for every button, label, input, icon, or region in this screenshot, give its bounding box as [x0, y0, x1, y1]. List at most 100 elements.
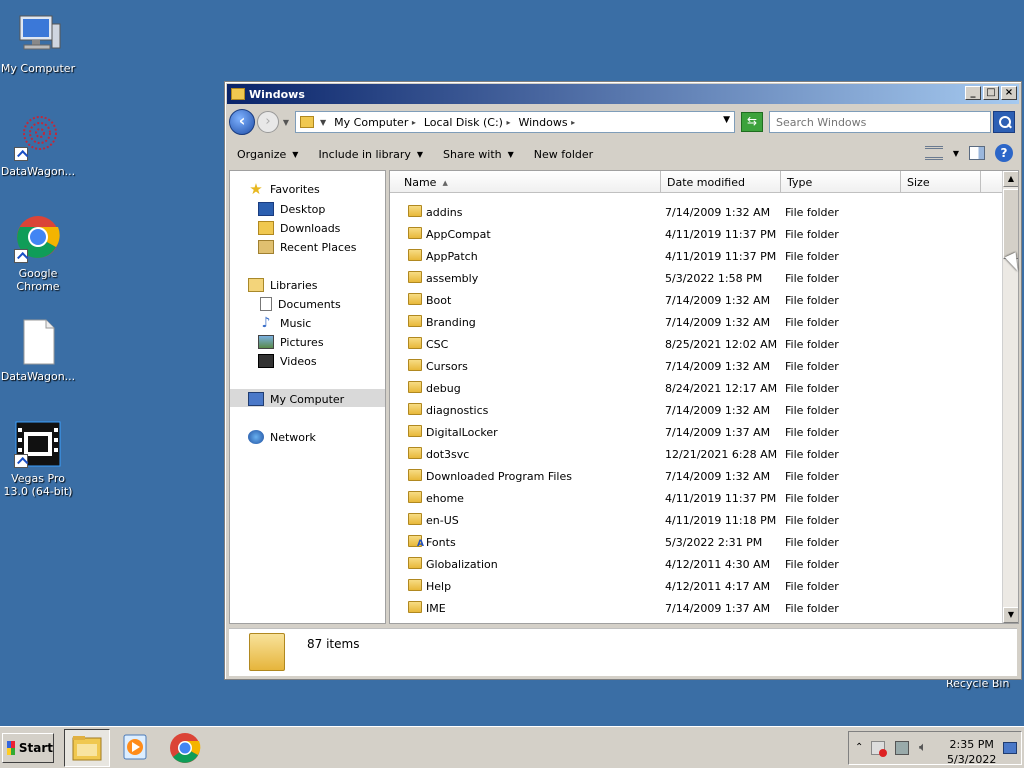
chevron-down-icon[interactable]: ▸ [571, 118, 575, 127]
scroll-up-button[interactable]: ▲ [1003, 171, 1018, 187]
search-icon[interactable] [993, 111, 1015, 133]
clock[interactable]: 2:35 PM 5/3/2022 [947, 737, 996, 767]
nav-music[interactable]: ♪ Music [258, 316, 312, 330]
start-button[interactable]: Start [2, 733, 54, 763]
desktop-icon-datawagon-2[interactable]: DataWagon... [0, 318, 76, 383]
table-row[interactable]: Help 4/12/2011 4:17 AM File folder [390, 575, 1006, 597]
cell-type: File folder [785, 404, 839, 417]
recent-places-icon [258, 240, 274, 254]
breadcrumb-local-disk[interactable]: Local Disk (C:) ▸ [424, 116, 515, 129]
table-row[interactable]: addins 7/14/2009 1:32 AM File folder [390, 201, 1006, 223]
refresh-button[interactable]: ⇆ [741, 112, 763, 132]
maximize-button[interactable]: □ [983, 86, 999, 100]
table-row[interactable]: Globalization 4/12/2011 4:30 AM File folde… [390, 553, 1006, 575]
table-row[interactable]: dot3svc 12/21/2021 6:28 AM File folder [390, 443, 1006, 465]
close-button[interactable]: × [1001, 86, 1017, 100]
taskbar: Start ⌃ 🔈︎ 2:35 PM 5/3/2022 [0, 726, 1024, 768]
table-row[interactable]: CSC 8/25/2021 12:02 AM File folder [390, 333, 1006, 355]
breadcrumb-my-computer[interactable]: My Computer ▸ [334, 116, 420, 129]
table-row[interactable]: AppCompat 4/11/2019 11:37 PM File folder [390, 223, 1006, 245]
nav-libraries[interactable]: Libraries [248, 278, 318, 292]
table-row[interactable]: Cursors 7/14/2009 1:32 AM File folder [390, 355, 1006, 377]
desktop-icon-vegas-pro[interactable]: Vegas Pro 13.0 (64-bit) [0, 420, 76, 498]
shortcut-arrow-icon [14, 454, 28, 468]
cell-date: 7/14/2009 1:37 AM [665, 602, 771, 615]
cell-name: addins [426, 206, 463, 219]
minimize-button[interactable]: _ [965, 86, 981, 100]
folder-icon [408, 447, 422, 459]
table-row[interactable]: ehome 4/11/2019 11:37 PM File folder [390, 487, 1006, 509]
help-icon[interactable]: ? [995, 144, 1013, 162]
nav-documents[interactable]: Documents [260, 297, 341, 311]
preview-pane-icon[interactable] [969, 146, 985, 160]
change-view-icon[interactable] [924, 146, 943, 160]
nav-videos[interactable]: Videos [258, 354, 317, 368]
scroll-down-button[interactable]: ▼ [1003, 607, 1018, 623]
show-hidden-icons-icon[interactable]: ⌃ [855, 742, 863, 753]
vertical-scrollbar[interactable]: ▲ ▼ [1002, 171, 1018, 623]
nav-recent-places[interactable]: Recent Places [258, 240, 357, 254]
chevron-down-icon[interactable]: ▸ [412, 118, 416, 127]
forward-button[interactable]: › [257, 111, 279, 133]
organize-button[interactable]: Organize ▼ [237, 148, 298, 161]
search-input[interactable] [769, 111, 991, 133]
cell-name: Branding [426, 316, 476, 329]
table-row[interactable]: DigitalLocker 7/14/2009 1:37 AM File folde… [390, 421, 1006, 443]
action-center-flag-icon[interactable] [871, 741, 887, 757]
desktop-icon-datawagon-1[interactable]: DataWagon... [0, 113, 76, 178]
cell-name: Downloaded Program Files [426, 470, 572, 483]
table-row[interactable]: AppPatch 4/11/2019 11:37 PM File folder [390, 245, 1006, 267]
network-status-icon[interactable] [895, 741, 909, 755]
nav-network[interactable]: Network [248, 430, 316, 444]
table-row[interactable]: assembly 5/3/2022 1:58 PM File folder [390, 267, 1006, 289]
cell-type: File folder [785, 558, 839, 571]
scroll-thumb[interactable] [1003, 189, 1018, 259]
cell-date: 7/14/2009 1:32 AM [665, 206, 771, 219]
title-bar[interactable]: Windows _ □ × [227, 84, 1019, 104]
nav-desktop[interactable]: Desktop [258, 202, 325, 216]
folder-icon [72, 736, 102, 761]
table-row[interactable]: Downloaded Program Files 7/14/2009 1:32 A… [390, 465, 1006, 487]
back-button[interactable]: ‹ [229, 109, 255, 135]
nav-my-computer[interactable]: My Computer [248, 392, 344, 406]
file-list: Name ▲ Date modified Type Size addins 7/14… [389, 170, 1019, 624]
pictures-icon [258, 335, 274, 349]
clock-date: 5/3/2022 [947, 753, 997, 766]
include-in-library-button[interactable]: Include in library ▼ [318, 148, 423, 161]
taskbar-explorer-button[interactable] [64, 729, 110, 767]
show-desktop-icon[interactable] [1003, 742, 1017, 754]
desktop-icon-my-computer[interactable]: My Computer [0, 10, 76, 75]
column-header-name[interactable]: Name ▲ [390, 171, 661, 193]
breadcrumb-chevron-icon[interactable]: ▼ [320, 118, 326, 127]
address-dropdown-icon[interactable]: ▼ [723, 115, 730, 125]
table-row[interactable]: Fonts 5/3/2022 2:31 PM File folder [390, 531, 1006, 553]
folder-icon [408, 469, 422, 481]
folder-icon [408, 403, 422, 415]
new-folder-button[interactable]: New folder [534, 148, 593, 161]
column-header-date-modified[interactable]: Date modified [661, 171, 781, 193]
volume-icon[interactable]: 🔈︎ [919, 740, 927, 755]
computer-icon [14, 10, 62, 58]
table-row[interactable]: en-US 4/11/2019 11:18 PM File folder [390, 509, 1006, 531]
cell-type: File folder [785, 448, 839, 461]
taskbar-chrome-button[interactable] [163, 729, 209, 767]
taskbar-media-player-button[interactable] [112, 729, 158, 767]
table-row[interactable]: diagnostics 7/14/2009 1:32 AM File folder [390, 399, 1006, 421]
share-with-button[interactable]: Share with ▼ [443, 148, 514, 161]
column-header-size[interactable]: Size [901, 171, 981, 193]
desktop-icon-google-chrome[interactable]: Google Chrome [0, 215, 76, 293]
table-row[interactable]: Boot 7/14/2009 1:32 AM File folder [390, 289, 1006, 311]
table-row[interactable]: debug 8/24/2021 12:17 AM File folder [390, 377, 1006, 399]
breadcrumb-windows[interactable]: Windows ▸ [518, 116, 579, 129]
chevron-down-icon[interactable]: ▸ [506, 118, 510, 127]
table-row[interactable]: Branding 7/14/2009 1:32 AM File folder [390, 311, 1006, 333]
column-header-type[interactable]: Type [781, 171, 901, 193]
recent-pages-chevron-icon[interactable]: ▼ [281, 118, 291, 127]
cell-date: 7/14/2009 1:32 AM [665, 404, 771, 417]
view-options-chevron-icon[interactable]: ▼ [953, 149, 959, 158]
address-bar[interactable]: ▼ My Computer ▸ Local Disk (C:) ▸ Window… [295, 111, 735, 133]
nav-downloads[interactable]: Downloads [258, 221, 340, 235]
table-row[interactable]: IME 7/14/2009 1:37 AM File folder [390, 597, 1006, 619]
nav-pictures[interactable]: Pictures [258, 335, 324, 349]
nav-favorites[interactable]: ★ Favorites [248, 182, 319, 197]
